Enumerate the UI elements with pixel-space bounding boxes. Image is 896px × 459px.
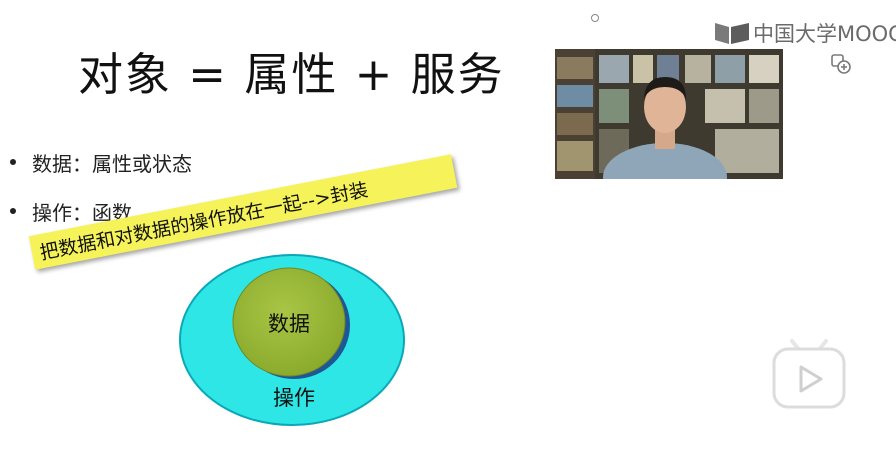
bullet-dot-icon xyxy=(10,159,16,165)
lecturer-video-thumbnail xyxy=(555,49,783,179)
bullet-dot-icon xyxy=(10,208,16,214)
mooc-brand: 中国大学MOOC xyxy=(713,18,896,48)
data-label: 数据 xyxy=(268,312,310,336)
small-circle-icon xyxy=(591,14,599,22)
lecturer-video[interactable] xyxy=(555,49,783,179)
operation-label: 操作 xyxy=(273,386,315,410)
data-operation-diagram: 数据 操作 xyxy=(179,254,405,426)
mooc-logo-icon xyxy=(715,23,749,44)
lecture-slide: 对象 = 属性 + 服务 数据：属性或状态 操作：函数 把数据和对数据的操作放在… xyxy=(0,0,896,459)
brand-text: 中国大学MOOC xyxy=(753,22,896,46)
bullet-item: 数据：属性或状态 xyxy=(8,148,192,176)
bullet-text: 数据：属性或状态 xyxy=(32,151,192,176)
slide-title: 对象 = 属性 + 服务 xyxy=(78,48,505,101)
play-icon[interactable] xyxy=(770,337,848,411)
copy-icon[interactable] xyxy=(830,53,852,75)
